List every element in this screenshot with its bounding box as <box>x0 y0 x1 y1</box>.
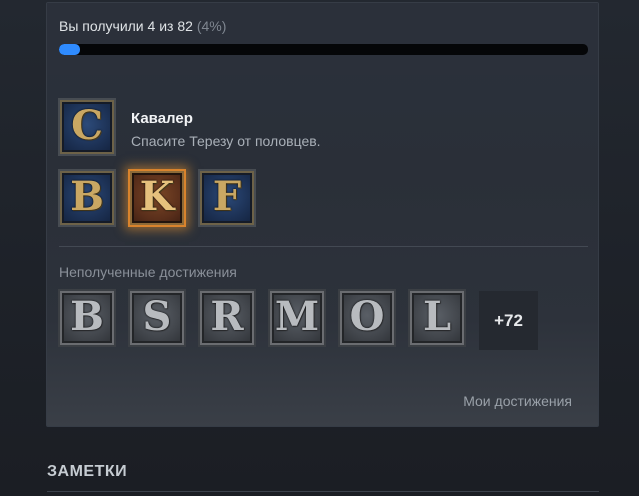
notes-section-header: ЗАМЕТКИ <box>47 463 128 480</box>
locked-achievement-icon[interactable]: O <box>338 289 396 347</box>
locked-achievement-icon[interactable]: S <box>128 289 186 347</box>
section-divider <box>59 246 588 247</box>
progress-summary: Вы получили 4 из 82 (4%) <box>59 18 226 34</box>
achievement-icon-glyph: K <box>139 173 175 220</box>
progress-of-word: из <box>155 18 178 34</box>
locked-achievement-icon[interactable]: M <box>268 289 326 347</box>
featured-achievement-title: Кавалер <box>131 110 193 127</box>
locked-achievement-icon[interactable]: R <box>198 289 256 347</box>
achievement-icon-glyph: F <box>212 173 242 220</box>
achievement-icon-glyph: O <box>349 293 385 340</box>
achievement-icon-glyph: L <box>422 293 452 340</box>
earned-achievement-icon[interactable]: F <box>198 169 256 227</box>
earned-achievement-icon[interactable]: B <box>58 169 116 227</box>
earned-achievement-icon-highlighted[interactable]: K <box>128 169 186 227</box>
progress-bar-fill <box>59 44 81 55</box>
my-achievements-link[interactable]: Мои достижения <box>463 393 572 409</box>
featured-achievement-description: Спасите Терезу от половцев. <box>131 133 321 149</box>
achievement-icon-glyph: B <box>70 293 104 340</box>
featured-achievement-icon[interactable]: C <box>58 98 116 156</box>
progress-percent: (4%) <box>196 18 227 34</box>
achievement-icon-glyph: R <box>210 293 244 340</box>
locked-achievement-icon[interactable]: L <box>408 289 466 347</box>
notes-divider <box>47 491 599 492</box>
achievement-icon-glyph: C <box>71 102 103 149</box>
achievement-icon-glyph: M <box>274 293 320 340</box>
achievement-icon-glyph: B <box>70 173 104 220</box>
achievements-panel: Вы получили 4 из 82 (4%) C Кавалер Спаси… <box>46 2 599 427</box>
achievement-icon-glyph: S <box>142 293 172 340</box>
progress-bar <box>59 44 588 55</box>
progress-total-count: 82 <box>177 18 193 34</box>
progress-prefix: Вы получили <box>59 18 148 34</box>
locked-achievement-icon[interactable]: B <box>58 289 116 347</box>
more-achievements-button[interactable]: +72 <box>479 291 538 350</box>
achievement-progress-header: Вы получили 4 из 82 (4%) <box>47 3 598 75</box>
locked-achievements-title: Неполученные достижения <box>59 264 237 280</box>
